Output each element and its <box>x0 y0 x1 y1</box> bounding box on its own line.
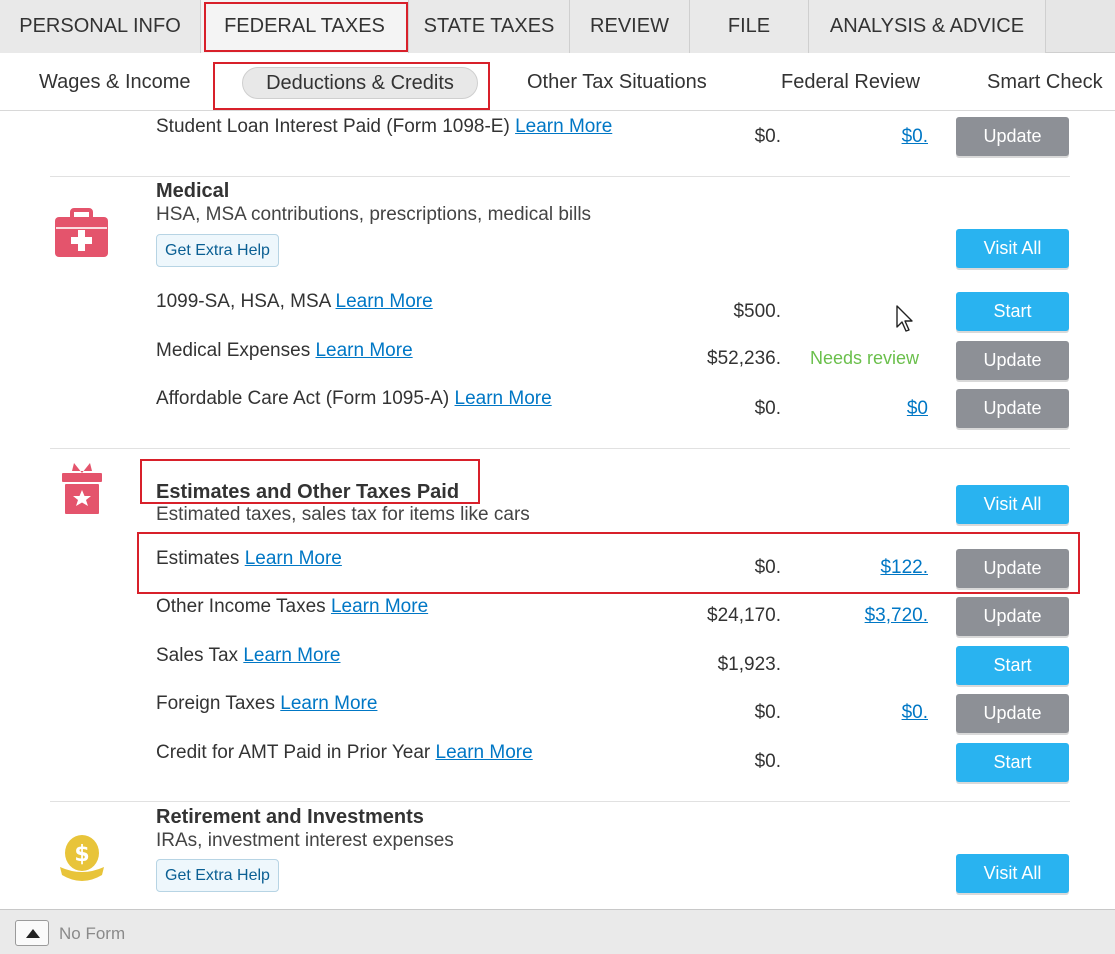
tab-federal-taxes[interactable]: FEDERAL TAXES <box>201 0 409 53</box>
row-other-income-taxes: Other Income Taxes Learn More <box>156 596 428 618</box>
tab-file[interactable]: FILE <box>690 0 809 53</box>
section-subtitle-retirement: IRAs, investment interest expenses <box>156 830 454 851</box>
tax-box-icon <box>60 461 104 522</box>
row-value-link[interactable]: $3,720. <box>788 605 928 627</box>
money-bag-icon: $ <box>58 833 106 890</box>
row-value-link[interactable]: $0. <box>788 702 928 724</box>
row-student-loan: Student Loan Interest Paid (Form 1098-E)… <box>156 116 612 138</box>
learn-more-link[interactable]: Learn More <box>315 340 412 361</box>
section-title-retirement: Retirement and Investments <box>156 806 424 828</box>
row-label: Other Income Taxes <box>156 596 326 617</box>
row-amount: $52,236. <box>707 348 781 369</box>
learn-more-link[interactable]: Learn More <box>243 645 340 666</box>
visit-all-medical-button[interactable]: Visit All <box>956 229 1069 268</box>
start-button[interactable]: Start <box>956 646 1069 685</box>
row-amount: $0. <box>754 126 781 147</box>
row-medical-expenses: Medical Expenses Learn More <box>156 340 413 362</box>
learn-more-link[interactable]: Learn More <box>280 693 377 714</box>
row-value-link[interactable]: $122. <box>788 557 928 579</box>
start-button[interactable]: Start <box>956 743 1069 782</box>
get-extra-help-button[interactable]: Get Extra Help <box>156 859 279 892</box>
row-amount: $0. <box>754 557 781 578</box>
row-label: 1099-SA, HSA, MSA <box>156 291 331 312</box>
row-value-link[interactable]: $0. <box>788 126 928 148</box>
row-label: Foreign Taxes <box>156 693 275 714</box>
learn-more-link[interactable]: Learn More <box>245 548 342 569</box>
divider <box>50 801 1070 802</box>
row-label: Estimates <box>156 548 240 569</box>
tab-state-taxes[interactable]: STATE TAXES <box>409 0 570 53</box>
update-button[interactable]: Update <box>956 549 1069 588</box>
row-value-link[interactable]: $0 <box>788 398 928 420</box>
bottom-bar: No Form <box>0 909 1115 954</box>
row-foreign-taxes: Foreign Taxes Learn More <box>156 693 377 715</box>
section-subtitle-medical: HSA, MSA contributions, prescriptions, m… <box>156 204 592 225</box>
row-amount: $24,170. <box>707 605 781 626</box>
row-label: Credit for AMT Paid in Prior Year <box>156 742 431 763</box>
row-sales-tax: Sales Tax Learn More <box>156 645 340 667</box>
section-title-estimates: Estimates and Other Taxes Paid <box>156 481 460 503</box>
section-title-medical: Medical <box>156 180 230 202</box>
row-affordable-care-act: Affordable Care Act (Form 1095-A) Learn … <box>156 388 552 410</box>
row-amount: $0. <box>754 702 781 723</box>
row-estimates: Estimates Learn More <box>156 548 342 570</box>
row-amount: $1,923. <box>717 654 781 675</box>
chevron-up-icon <box>26 929 40 938</box>
learn-more-link[interactable]: Learn More <box>455 388 552 409</box>
learn-more-link[interactable]: Learn More <box>515 116 612 137</box>
update-button[interactable]: Update <box>956 597 1069 636</box>
update-button[interactable]: Update <box>956 341 1069 380</box>
row-label: Affordable Care Act (Form 1095-A) <box>156 388 450 409</box>
learn-more-link[interactable]: Learn More <box>331 596 428 617</box>
row-amt-credit: Credit for AMT Paid in Prior Year Learn … <box>156 742 533 764</box>
tab-personal-info[interactable]: PERSONAL INFO <box>0 0 201 53</box>
mouse-pointer-icon <box>896 305 916 338</box>
subtab-smart-check[interactable]: Smart Check <box>987 53 1103 111</box>
update-button[interactable]: Update <box>956 389 1069 428</box>
svg-text:$: $ <box>74 842 89 867</box>
tab-review[interactable]: REVIEW <box>570 0 690 53</box>
expand-form-button[interactable] <box>15 920 49 946</box>
medical-kit-icon <box>55 208 108 263</box>
deductions-list: Student Loan Interest Paid (Form 1098-E)… <box>0 112 1115 909</box>
section-subtitle-estimates: Estimated taxes, sales tax for items lik… <box>156 504 530 525</box>
subtab-federal-review[interactable]: Federal Review <box>781 53 920 111</box>
visit-all-retirement-button[interactable]: Visit All <box>956 854 1069 893</box>
row-amount: $0. <box>754 751 781 772</box>
update-button[interactable]: Update <box>956 694 1069 733</box>
row-label: Student Loan Interest Paid (Form 1098-E) <box>156 116 510 137</box>
no-form-label: No Form <box>59 924 126 943</box>
subtab-deductions-credits[interactable]: Deductions & Credits <box>242 67 478 99</box>
needs-review-status: Needs review <box>810 348 920 368</box>
visit-all-estimates-button[interactable]: Visit All <box>956 485 1069 524</box>
start-button[interactable]: Start <box>956 292 1069 331</box>
divider <box>50 448 1070 449</box>
tab-analysis-advice[interactable]: ANALYSIS & ADVICE <box>809 0 1046 53</box>
get-extra-help-button[interactable]: Get Extra Help <box>156 234 279 267</box>
row-amount: $0. <box>754 398 781 419</box>
learn-more-link[interactable]: Learn More <box>436 742 533 763</box>
subtab-other-tax-situations[interactable]: Other Tax Situations <box>527 53 707 111</box>
row-label: Sales Tax <box>156 645 239 666</box>
subtab-wages-income[interactable]: Wages & Income <box>39 53 191 111</box>
sub-nav-bar: Wages & Income Deductions & Credits Othe… <box>0 53 1115 111</box>
update-button[interactable]: Update <box>956 117 1069 156</box>
row-amount: $500. <box>733 301 781 322</box>
learn-more-link[interactable]: Learn More <box>336 291 433 312</box>
top-tab-bar: PERSONAL INFO FEDERAL TAXES STATE TAXES … <box>0 0 1115 53</box>
divider <box>50 176 1070 177</box>
row-hsa-msa: 1099-SA, HSA, MSA Learn More <box>156 291 433 313</box>
row-label: Medical Expenses <box>156 340 311 361</box>
